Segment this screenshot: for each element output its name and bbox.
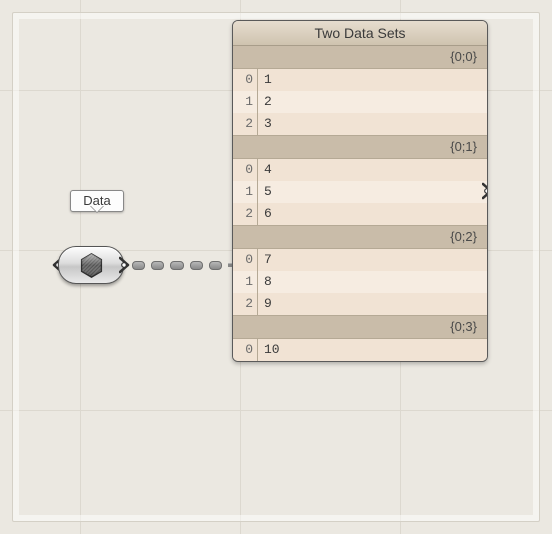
list-item[interactable]: 26 (233, 203, 487, 225)
panel-body: {0;0}011223{0;1}041526{0;2}071829{0;3}01… (233, 46, 487, 361)
list-item[interactable]: 29 (233, 293, 487, 315)
row-index: 0 (233, 339, 258, 361)
row-value: 9 (258, 293, 487, 315)
row-index: 2 (233, 113, 258, 135)
row-index: 0 (233, 69, 258, 91)
row-value: 3 (258, 113, 487, 135)
list-item[interactable]: 010 (233, 339, 487, 361)
row-index: 2 (233, 293, 258, 315)
row-value: 4 (258, 159, 487, 181)
row-value: 10 (258, 339, 487, 361)
output-grip[interactable] (119, 246, 133, 284)
panel[interactable]: Two Data Sets {0;0}011223{0;1}041526{0;2… (232, 20, 488, 362)
row-index: 1 (233, 181, 258, 203)
list-item[interactable]: 12 (233, 91, 487, 113)
list-item[interactable]: 07 (233, 249, 487, 271)
list-item[interactable]: 15 (233, 181, 487, 203)
row-index: 0 (233, 249, 258, 271)
row-index: 1 (233, 91, 258, 113)
canvas[interactable]: Data (0, 0, 552, 534)
list-item[interactable]: 23 (233, 113, 487, 135)
row-value: 7 (258, 249, 487, 271)
list-item[interactable]: 04 (233, 159, 487, 181)
row-index: 1 (233, 271, 258, 293)
wire (118, 258, 236, 272)
panel-output-grip[interactable] (482, 182, 488, 205)
component-capsule[interactable] (58, 246, 124, 284)
panel-title: Two Data Sets (233, 21, 487, 46)
row-value: 6 (258, 203, 487, 225)
tooltip-label: Data (70, 190, 124, 212)
row-index: 2 (233, 203, 258, 225)
data-component[interactable]: Data (58, 246, 124, 284)
row-value: 5 (258, 181, 487, 203)
branch-path: {0;3} (233, 315, 487, 339)
row-value: 8 (258, 271, 487, 293)
tooltip-text: Data (83, 193, 110, 208)
row-value: 1 (258, 69, 487, 91)
list-item[interactable]: 01 (233, 69, 487, 91)
hexagon-icon (78, 252, 105, 279)
row-value: 2 (258, 91, 487, 113)
branch-path: {0;1} (233, 135, 487, 159)
branch-path: {0;2} (233, 225, 487, 249)
branch-path: {0;0} (233, 46, 487, 69)
list-item[interactable]: 18 (233, 271, 487, 293)
row-index: 0 (233, 159, 258, 181)
